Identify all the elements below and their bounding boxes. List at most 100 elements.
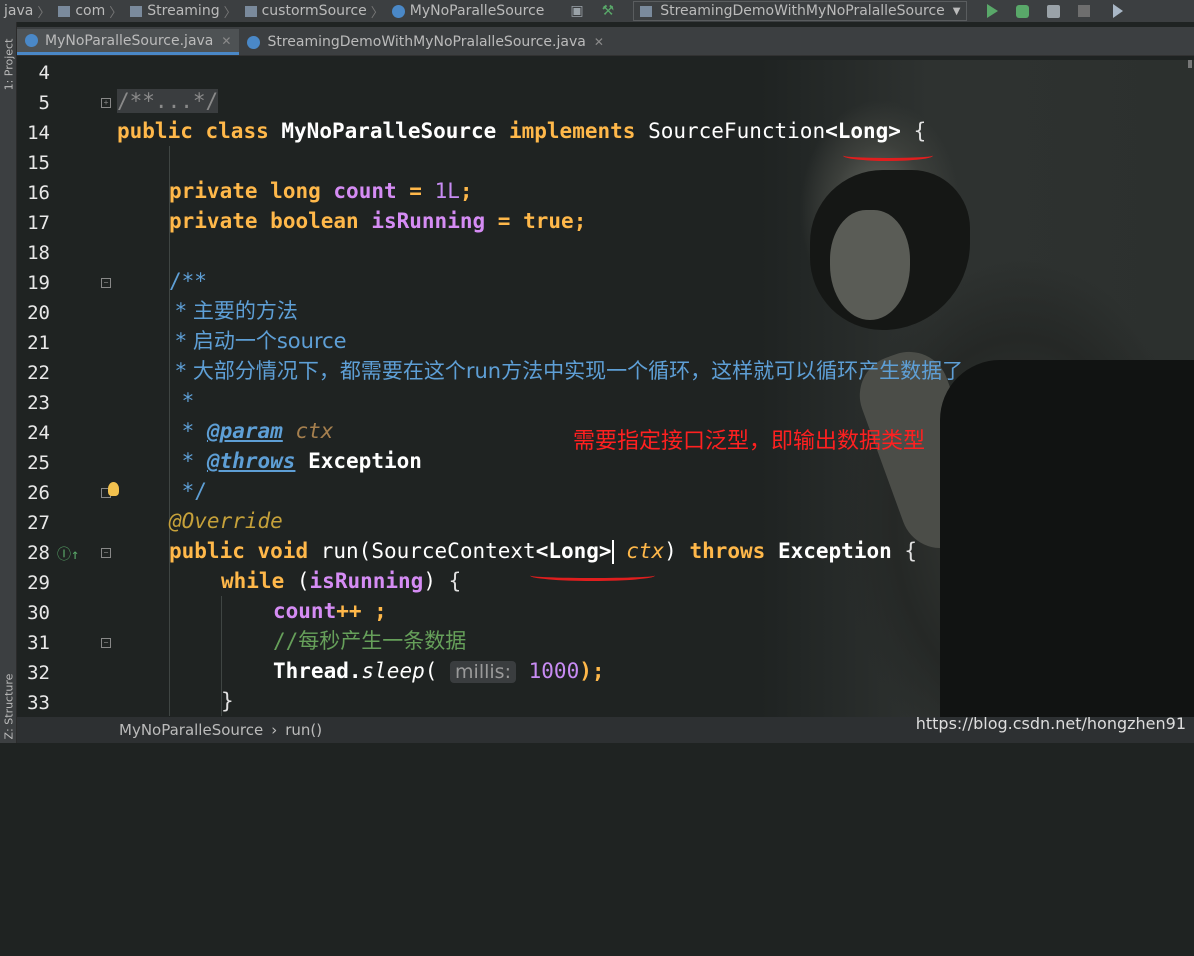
keyword: throws [689, 539, 766, 563]
code-line-32: Thread.sleep( millis: 1000); [273, 656, 605, 686]
fold-expand-icon[interactable]: + [101, 98, 111, 108]
implements-method-icon[interactable]: Ⓘ↑ [57, 544, 79, 564]
field-name: isRunning [371, 209, 486, 233]
line-number: 22 [27, 362, 50, 384]
field-name: count [273, 599, 337, 623]
breadcrumb-label: java [4, 3, 34, 19]
fold-collapse-icon[interactable]: − [101, 278, 111, 288]
tab-mynoparallesource[interactable]: MyNoParalleSource.java ✕ [17, 29, 240, 55]
literal: 1L [434, 179, 460, 203]
code-line-24: * @param ctx [169, 416, 334, 446]
line-number: 14 [27, 122, 50, 144]
line-number: 33 [27, 692, 50, 714]
tab-label: MyNoParalleSource.java [45, 32, 214, 49]
code-line-31: //每秒产生一条数据 [273, 629, 467, 653]
run-configuration-select[interactable]: StreamingDemoWithMyNoPralalleSource ▼ [633, 1, 968, 21]
field-name: count [333, 179, 397, 203]
breadcrumb-separator: › [271, 721, 278, 739]
interface-name: SourceFunction [648, 119, 826, 143]
doc-star: * [169, 449, 207, 473]
code-line-16: private long count = 1L; [169, 176, 473, 206]
fold-collapse-icon[interactable]: − [101, 638, 111, 648]
line-number: 25 [27, 452, 50, 474]
structure-tool-button[interactable]: Z: Structure [3, 662, 16, 752]
breadcrumb-java[interactable]: java [4, 3, 33, 19]
breadcrumb-class[interactable]: MyNoParalleSource [391, 3, 545, 19]
class-icon [391, 4, 405, 18]
breadcrumb-separator: 〉 [370, 5, 384, 21]
line-number: 16 [27, 182, 50, 204]
breadcrumb-class-item[interactable]: MyNoParalleSource [119, 721, 263, 739]
fold-collapse-icon[interactable]: − [101, 548, 111, 558]
brace: { [448, 569, 462, 593]
close-icon[interactable]: ✕ [221, 34, 231, 48]
paren: ); [579, 659, 605, 683]
breadcrumb-custormsource[interactable]: custormSource [244, 3, 367, 19]
code-line-33: } [221, 689, 234, 713]
coverage-icon[interactable] [1047, 4, 1061, 18]
doc-star: * [169, 419, 207, 443]
breadcrumb-label: com [75, 3, 106, 19]
semicolon: ; [573, 209, 587, 233]
param-name: ctx [626, 539, 665, 563]
package-icon [58, 5, 71, 17]
line-number: 26 [27, 482, 50, 504]
code-line-25: * @throws Exception [169, 446, 422, 476]
keyword: class [205, 119, 269, 143]
paren: ) [423, 569, 436, 593]
folded-comment[interactable]: /**...*/ [117, 89, 219, 113]
breadcrumb-method-item[interactable]: run() [285, 721, 322, 739]
code-line-21: * 启动一个source [169, 329, 347, 353]
debug-icon[interactable] [1016, 4, 1030, 18]
line-number: 29 [27, 572, 50, 594]
breadcrumb-com[interactable]: com [58, 3, 105, 19]
breadcrumb-separator: 〉 [109, 5, 123, 21]
red-annotation: 需要指定接口泛型，即输出数据类型 [573, 429, 926, 454]
code-line-19: /** [169, 269, 207, 293]
project-tool-button[interactable]: 1: Project [3, 20, 16, 110]
generic-type: <Long> [825, 119, 901, 143]
keyword: public [117, 119, 193, 143]
editor-gutter: 4 5 14 15 16 17 18 19 20 21 22 23 24 25 … [17, 56, 111, 716]
breadcrumb-streaming[interactable]: Streaming [130, 3, 220, 19]
run-icon[interactable] [987, 4, 999, 18]
line-number: 32 [27, 662, 50, 684]
code-line-30: count++ ; [273, 596, 387, 626]
stop-icon[interactable] [1078, 5, 1091, 17]
operator: = [409, 179, 422, 203]
code-line-20: * 主要的方法 [169, 299, 298, 323]
doc-param-name: ctx [295, 419, 334, 443]
line-number: 24 [27, 422, 50, 444]
build-hammer-icon[interactable]: ⚒ [602, 3, 615, 19]
line-number: 21 [27, 332, 50, 354]
keyword: public [169, 539, 245, 563]
layout-icon[interactable]: ▣ [570, 3, 583, 19]
class-ref: Thread. [273, 659, 362, 683]
class-name: MyNoParalleSource [281, 119, 497, 143]
editor-tabs: MyNoParalleSource.java ✕ StreamingDemoWi… [17, 27, 1194, 56]
class-file-icon [25, 34, 38, 47]
breadcrumb-separator: 〉 [223, 5, 237, 21]
paren: ) [664, 539, 677, 563]
exception-name: Exception [308, 449, 422, 473]
code-line-29: while (isRunning) { [221, 566, 461, 596]
text-caret [611, 540, 614, 564]
brace: { [913, 119, 927, 143]
tab-label: StreamingDemoWithMyNoPralalleSource.java [267, 34, 586, 50]
close-icon[interactable]: ✕ [594, 35, 604, 49]
breadcrumb-label: MyNoParalleSource [409, 3, 545, 19]
tab-streamingdemo[interactable]: StreamingDemoWithMyNoPralalleSource.java… [239, 29, 611, 55]
keyword: long [270, 179, 321, 203]
line-number: 28 [27, 542, 50, 564]
keyword: private [169, 209, 258, 233]
scrollbar-marker[interactable] [1188, 60, 1192, 68]
red-underline-mark [843, 150, 933, 161]
line-number: 27 [27, 512, 50, 534]
line-number: 5 [38, 92, 50, 114]
param-hint: millis: [450, 661, 516, 683]
forward-icon[interactable] [1113, 4, 1124, 18]
exception-name: Exception [777, 539, 892, 563]
code-line-23: * [169, 389, 195, 413]
navigation-bar: java 〉 com 〉 Streaming 〉 custormSource 〉… [0, 0, 1194, 22]
code-editor[interactable]: /**...*/ public class MyNoParalleSource … [117, 56, 1194, 716]
